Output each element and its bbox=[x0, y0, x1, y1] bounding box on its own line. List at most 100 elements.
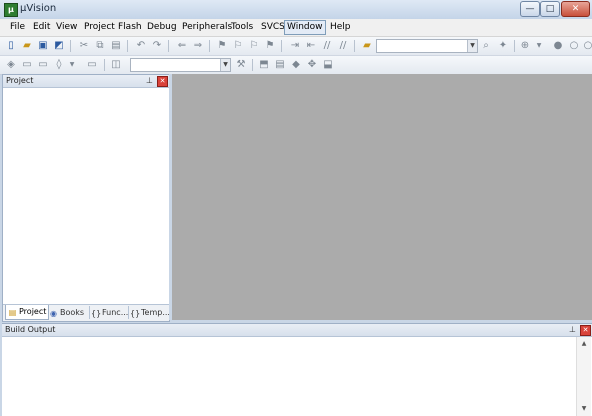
navigate-back-icon[interactable]: ⇐ bbox=[176, 40, 188, 52]
paste-icon[interactable]: ▤ bbox=[110, 40, 122, 52]
build-output-text[interactable] bbox=[2, 337, 575, 416]
menu-window[interactable]: Window bbox=[284, 20, 326, 35]
toolbar-separator bbox=[252, 59, 253, 71]
translate-icon[interactable]: ◈ bbox=[5, 59, 17, 71]
pin-icon[interactable]: ⊥ bbox=[145, 76, 154, 85]
navigate-forward-icon[interactable]: ⇒ bbox=[192, 40, 204, 52]
toolbar-separator bbox=[354, 40, 355, 52]
tab-books-label: Books bbox=[60, 308, 85, 317]
project-pane-title: Project bbox=[6, 76, 34, 85]
tab-project[interactable]: ▤ Project bbox=[5, 305, 49, 320]
tab-project-label: Project bbox=[19, 307, 47, 316]
title-bar: μ µVision — □ ✕ bbox=[0, 0, 592, 20]
manage-components-icon[interactable]: ⬒ bbox=[258, 59, 270, 71]
project-pane-header: Project ⊥ ✕ bbox=[3, 75, 169, 88]
target-select[interactable]: ▼ bbox=[130, 58, 231, 72]
tab-functions-label: Func... bbox=[102, 308, 129, 317]
menu-view[interactable]: View bbox=[54, 21, 79, 34]
batch-build-icon[interactable]: ◊ bbox=[53, 59, 65, 71]
undo-icon[interactable]: ↶ bbox=[135, 40, 147, 52]
find-in-files-icon[interactable]: ▰ bbox=[361, 40, 373, 52]
bookmark-set-icon[interactable]: ⚑ bbox=[216, 40, 228, 52]
redo-icon[interactable]: ↷ bbox=[151, 40, 163, 52]
close-pane-button[interactable]: ✕ bbox=[157, 76, 168, 87]
download-icon[interactable]: ▭ bbox=[86, 59, 98, 71]
toolbar-separator bbox=[514, 40, 515, 52]
menu-svcs[interactable]: SVCS bbox=[259, 21, 287, 34]
file-extensions-icon[interactable]: ⚒ bbox=[235, 59, 247, 71]
find-combo[interactable]: ▼ bbox=[376, 39, 478, 53]
pin-icon[interactable]: ⊥ bbox=[568, 325, 577, 334]
menu-file[interactable]: File bbox=[8, 21, 27, 34]
cut-icon[interactable]: ✂ bbox=[78, 40, 90, 52]
bookmark-next-icon[interactable]: ⚐ bbox=[248, 40, 260, 52]
open-file-icon[interactable]: ▰ bbox=[21, 40, 33, 52]
rte-icon[interactable]: ✥ bbox=[306, 59, 318, 71]
toolbar-separator bbox=[70, 40, 71, 52]
menu-debug[interactable]: Debug bbox=[145, 21, 179, 34]
toolbar-separator bbox=[168, 40, 169, 52]
templates-tab-icon: {} bbox=[130, 309, 141, 318]
build-output-header: Build Output ⊥ ✕ bbox=[2, 324, 592, 337]
project-pane: Project ⊥ ✕ ▤ Project ◉ Books {}Func... {}… bbox=[2, 74, 170, 322]
close-pane-button[interactable]: ✕ bbox=[580, 325, 591, 336]
new-file-icon[interactable]: ▯ bbox=[5, 40, 17, 52]
scroll-up-icon[interactable]: ▲ bbox=[579, 339, 589, 349]
menu-bar: File Edit View Project Flash Debug Perip… bbox=[0, 19, 592, 37]
rebuild-icon[interactable]: ▭ bbox=[37, 59, 49, 71]
build-icon[interactable]: ▭ bbox=[21, 59, 33, 71]
books-tab-icon: ◉ bbox=[50, 309, 57, 318]
rte-manage-icon[interactable]: ⬓ bbox=[322, 59, 334, 71]
zoom-icon[interactable]: ⊕ bbox=[519, 40, 531, 52]
breakpoint-disable-icon[interactable]: ○ bbox=[568, 40, 580, 52]
file-toolbar: ▯ ▰ ▣ ◩ ✂ ⧉ ▤ ↶ ↷ ⇐ ⇒ ⚑ ⚐ ⚐ ⚑ ⇥ ⇤ // // … bbox=[0, 37, 592, 56]
bookmark-prev-icon[interactable]: ⚐ bbox=[232, 40, 244, 52]
tab-templates[interactable]: {}Temp... bbox=[128, 306, 169, 319]
save-all-icon[interactable]: ◩ bbox=[53, 40, 65, 52]
toolbar-separator bbox=[127, 40, 128, 52]
chevron-down-icon[interactable]: ▼ bbox=[66, 59, 78, 71]
target-options-icon[interactable]: ◫ bbox=[110, 59, 122, 71]
menu-project[interactable]: Project bbox=[82, 21, 117, 34]
maximize-button[interactable]: □ bbox=[540, 1, 560, 17]
vertical-scrollbar[interactable]: ▲ ▼ bbox=[576, 337, 591, 416]
tab-templates-label: Temp... bbox=[141, 308, 169, 317]
scroll-down-icon[interactable]: ▼ bbox=[579, 404, 589, 414]
project-tabs: ▤ Project ◉ Books {}Func... {}Temp... bbox=[3, 304, 169, 321]
copy-icon[interactable]: ⧉ bbox=[94, 40, 106, 52]
app-icon: μ bbox=[4, 3, 18, 17]
pack-installer-icon[interactable]: ◆ bbox=[290, 59, 302, 71]
debug-session-icon[interactable]: ✦ bbox=[497, 40, 509, 52]
indent-icon[interactable]: ⇥ bbox=[289, 40, 301, 52]
build-toolbar: ◈ ▭ ▭ ◊ ▼ ▭ ◫ ▼ ⚒ ⬒ ▤ ◆ ✥ ⬓ bbox=[0, 56, 592, 75]
dot-icon[interactable]: ○ bbox=[582, 40, 592, 52]
tab-functions[interactable]: {}Func... bbox=[89, 306, 129, 319]
uncomment-icon[interactable]: // bbox=[337, 40, 349, 52]
unindent-icon[interactable]: ⇤ bbox=[305, 40, 317, 52]
close-window-button[interactable]: ✕ bbox=[561, 1, 590, 17]
minimize-button[interactable]: — bbox=[520, 1, 540, 17]
menu-edit[interactable]: Edit bbox=[31, 21, 52, 34]
menu-tools[interactable]: Tools bbox=[229, 21, 255, 34]
project-tree[interactable] bbox=[3, 88, 169, 303]
menu-help[interactable]: Help bbox=[328, 21, 353, 34]
chevron-down-icon[interactable]: ▼ bbox=[467, 40, 477, 52]
window-title: µVision bbox=[20, 3, 57, 14]
tab-books[interactable]: ◉ Books bbox=[47, 306, 90, 319]
menu-peripherals[interactable]: Peripherals bbox=[180, 21, 234, 34]
menu-flash[interactable]: Flash bbox=[116, 21, 144, 34]
bookmark-clear-icon[interactable]: ⚑ bbox=[264, 40, 276, 52]
build-output-pane: Build Output ⊥ ✕ ▲ ▼ bbox=[2, 323, 592, 416]
select-packs-icon[interactable]: ▤ bbox=[274, 59, 286, 71]
toolbar-separator bbox=[209, 40, 210, 52]
chevron-down-icon[interactable]: ▼ bbox=[220, 59, 230, 71]
editor-area[interactable] bbox=[172, 74, 592, 320]
chevron-down-icon[interactable]: ▼ bbox=[533, 40, 545, 52]
find-icon[interactable]: ⌕ bbox=[480, 40, 492, 52]
save-icon[interactable]: ▣ bbox=[37, 40, 49, 52]
toolbar-separator bbox=[281, 40, 282, 52]
breakpoint-icon[interactable]: ● bbox=[552, 40, 564, 52]
comment-icon[interactable]: // bbox=[321, 40, 333, 52]
toolbar-separator bbox=[104, 59, 105, 71]
project-tab-icon: ▤ bbox=[8, 308, 17, 317]
